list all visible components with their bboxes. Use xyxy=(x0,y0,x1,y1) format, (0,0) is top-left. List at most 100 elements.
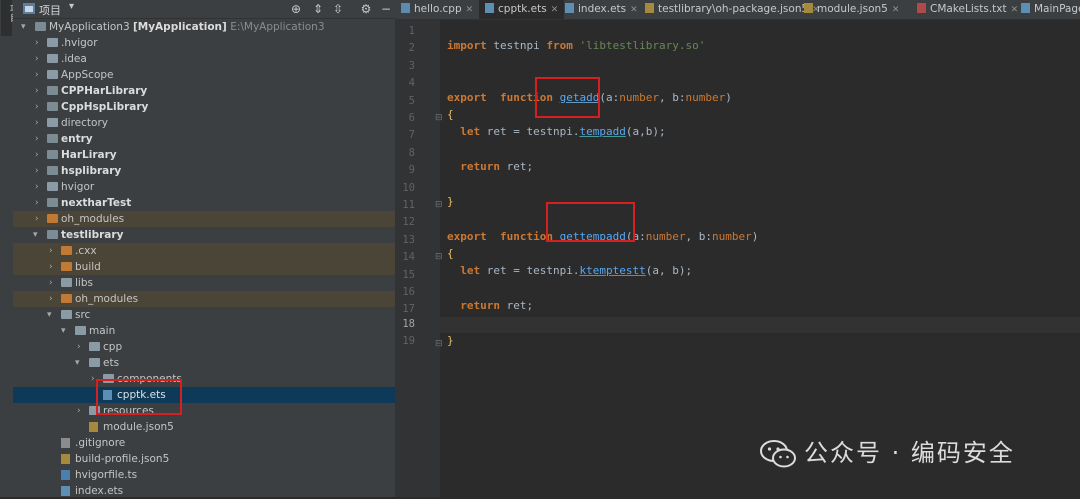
tab-close-icon[interactable]: ✕ xyxy=(1011,1,1019,19)
tab-hello-cpp[interactable]: hello.cpp ✕ xyxy=(401,0,473,19)
tree-item-nexthartest[interactable]: › nextharTest xyxy=(13,195,395,211)
collapse-arrow-icon[interactable]: › xyxy=(35,67,39,83)
fold-marker-icon[interactable]: ⊟ xyxy=(435,339,443,349)
tree-item-main[interactable]: ▾ main xyxy=(13,323,395,339)
tree-item-build-profile[interactable]: build-profile.json5 xyxy=(13,451,395,467)
project-tool-tab[interactable]: 项目 xyxy=(1,0,18,36)
call-args: (a,b); xyxy=(625,125,666,138)
collapse-arrow-icon[interactable]: › xyxy=(77,339,81,355)
tree-item-label: build xyxy=(75,261,101,273)
expand-arrow-icon[interactable]: ▾ xyxy=(75,355,80,371)
gitignore-file-icon xyxy=(61,438,70,448)
tab-cpptk-ets[interactable]: cpptk.ets ✕ xyxy=(479,0,565,19)
method-call-tempadd[interactable]: tempadd xyxy=(579,125,625,138)
collapse-arrow-icon[interactable]: › xyxy=(35,163,39,179)
tab-oh-package[interactable]: testlibrary\oh-package.json5 ✕ xyxy=(645,0,820,19)
line-number: 14 xyxy=(402,251,415,263)
fold-marker-icon[interactable]: ⊟ xyxy=(435,113,443,123)
collapse-arrow-icon[interactable]: › xyxy=(35,51,39,67)
expand-arrow-icon[interactable]: ▾ xyxy=(21,19,26,35)
highlight-box-gettempadd xyxy=(546,202,635,242)
highlight-box-cpptk xyxy=(96,379,182,415)
tree-item-cpptk-ets[interactable]: cpptk.ets xyxy=(13,387,395,403)
tree-item-label: directory xyxy=(61,117,108,129)
string-literal: 'libtestlibrary.so' xyxy=(579,39,706,52)
collapse-arrow-icon[interactable]: › xyxy=(49,275,53,291)
tree-item-label: hvigorfile.ts xyxy=(75,469,138,481)
collapse-arrow-icon[interactable]: › xyxy=(49,243,53,259)
tab-close-icon[interactable]: ✕ xyxy=(630,1,638,19)
tree-item-libs[interactable]: › libs xyxy=(13,275,395,291)
collapse-all-icon[interactable]: ⇳ xyxy=(331,1,345,17)
line-number: 17 xyxy=(402,303,415,315)
view-dropdown-chevron-icon[interactable]: ▾ xyxy=(69,1,74,12)
expand-arrow-icon[interactable]: ▾ xyxy=(61,323,66,339)
type: number xyxy=(619,91,659,104)
tab-cmakelists[interactable]: CMakeLists.txt ✕ xyxy=(917,0,1018,19)
expand-all-icon[interactable]: ⇕ xyxy=(311,1,325,17)
highlight-box-getadd xyxy=(535,77,600,118)
keyword: from xyxy=(546,39,573,52)
collapse-arrow-icon[interactable]: › xyxy=(35,147,39,163)
collapse-arrow-icon[interactable]: › xyxy=(35,83,39,99)
tree-item-build[interactable]: › build xyxy=(13,259,395,275)
expand-arrow-icon[interactable]: ▾ xyxy=(33,227,38,243)
tree-item-hvigor[interactable]: › hvigor xyxy=(13,179,395,195)
hide-panel-icon[interactable]: − xyxy=(379,1,393,17)
collapse-arrow-icon[interactable]: › xyxy=(35,131,39,147)
collapse-arrow-icon[interactable]: › xyxy=(35,195,39,211)
tree-item-components[interactable]: › components xyxy=(13,371,395,387)
method-call-ktemptestt[interactable]: ktemptestt xyxy=(579,264,645,277)
collapse-arrow-icon[interactable]: › xyxy=(35,99,39,115)
code-line-17: return ret; xyxy=(447,299,533,312)
tree-item-oh-modules-sub[interactable]: › oh_modules xyxy=(13,291,395,307)
tab-close-icon[interactable]: ✕ xyxy=(466,1,474,19)
tab-mainpage[interactable]: MainPage xyxy=(1021,0,1080,19)
line-number: 8 xyxy=(408,147,415,159)
line-number: 9 xyxy=(408,164,415,176)
module-folder-icon xyxy=(47,166,58,175)
identifier: ret; xyxy=(500,299,534,312)
tree-item-root[interactable]: ▾ MyApplication3 [MyApplication] E:\MyAp… xyxy=(13,19,395,35)
ets-file-icon xyxy=(485,3,494,13)
folder-icon xyxy=(47,54,58,63)
tree-item-label: ets xyxy=(103,357,120,369)
expand-arrow-icon[interactable]: ▾ xyxy=(47,307,52,323)
tab-module-json5[interactable]: module.json5 ✕ xyxy=(804,0,899,19)
tree-item-directory[interactable]: › directory xyxy=(13,115,395,131)
collapse-arrow-icon[interactable]: › xyxy=(35,179,39,195)
tree-item-gitignore[interactable]: .gitignore xyxy=(13,435,395,451)
tree-item-testlibrary[interactable]: ▾ testlibrary xyxy=(13,227,395,243)
tree-item-hvigor-dir[interactable]: › .hvigor xyxy=(13,35,395,51)
tree-item-cxx[interactable]: › .cxx xyxy=(13,243,395,259)
tab-index-ets[interactable]: index.ets ✕ xyxy=(565,0,638,19)
tree-item-src[interactable]: ▾ src xyxy=(13,307,395,323)
tree-item-hsplibrary[interactable]: › hsplibrary xyxy=(13,163,395,179)
tree-item-ets[interactable]: ▾ ets xyxy=(13,355,395,371)
tree-item-cpp[interactable]: › cpp xyxy=(13,339,395,355)
tab-close-icon[interactable]: ✕ xyxy=(551,1,559,19)
tree-item-resources[interactable]: › resources xyxy=(13,403,395,419)
fold-marker-icon[interactable]: ⊟ xyxy=(435,252,443,262)
tree-item-appscope[interactable]: › AppScope xyxy=(13,67,395,83)
collapse-arrow-icon[interactable]: › xyxy=(49,291,53,307)
tree-item-oh-modules[interactable]: › oh_modules xyxy=(13,211,395,227)
tree-item-cppharlibrary[interactable]: › CPPHarLibrary xyxy=(13,83,395,99)
locate-icon[interactable]: ⊕ xyxy=(289,1,303,17)
collapse-arrow-icon[interactable]: › xyxy=(49,259,53,275)
tree-item-harlirary[interactable]: › HarLirary xyxy=(13,147,395,163)
tree-item-cpphsplibrary[interactable]: › CppHspLibrary xyxy=(13,99,395,115)
collapse-arrow-icon[interactable]: › xyxy=(35,115,39,131)
collapse-arrow-icon[interactable]: › xyxy=(77,403,81,419)
tree-item-hvigorfile[interactable]: hvigorfile.ts xyxy=(13,467,395,483)
fold-marker-icon[interactable]: ⊟ xyxy=(435,200,443,210)
tree-item-entry[interactable]: › entry xyxy=(13,131,395,147)
tree-item-idea[interactable]: › .idea xyxy=(13,51,395,67)
settings-gear-icon[interactable]: ⚙ xyxy=(359,1,373,17)
tab-close-icon[interactable]: ✕ xyxy=(892,1,900,19)
folder-icon xyxy=(47,38,58,47)
tree-item-module-json5[interactable]: module.json5 xyxy=(13,419,395,435)
collapse-arrow-icon[interactable]: › xyxy=(35,35,39,51)
collapse-arrow-icon[interactable]: › xyxy=(35,211,39,227)
collapse-arrow-icon[interactable]: › xyxy=(91,371,95,387)
